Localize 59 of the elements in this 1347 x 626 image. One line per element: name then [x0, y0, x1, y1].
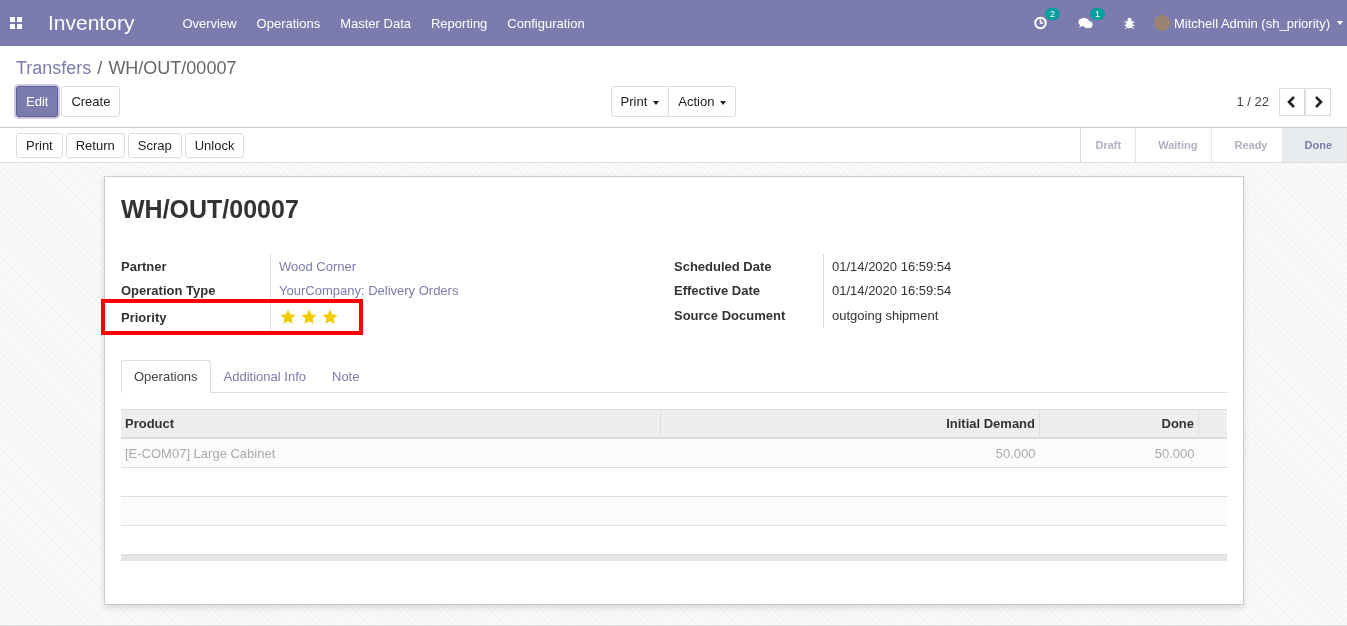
create-button[interactable]: Create	[61, 86, 121, 117]
field-value: outgoing shipment	[832, 307, 939, 323]
caret-icon[interactable]	[1337, 21, 1343, 25]
status-stage[interactable]: Waiting	[1136, 128, 1213, 162]
column-header[interactable]: Product	[121, 409, 661, 438]
clock-icon[interactable]	[1032, 16, 1048, 30]
previous-button[interactable]	[1279, 87, 1305, 116]
breadcrumb-current: WH/OUT/00007	[108, 58, 237, 79]
table-cell: 50.000	[660, 438, 1040, 468]
bug-icon[interactable]	[1122, 16, 1136, 30]
workflow-button[interactable]: Return	[65, 132, 125, 158]
breadcrumb-separator: /	[97, 58, 103, 79]
chat-bubbles-icon[interactable]	[1077, 16, 1093, 30]
activity-count-badge: 2	[1044, 8, 1060, 20]
menu-item[interactable]: Configuration	[507, 15, 585, 31]
column-header[interactable]: Initial Demand	[660, 409, 1040, 438]
message-count-badge: 1	[1089, 8, 1105, 20]
record-title: WH/OUT/00007	[121, 195, 300, 224]
user-menu[interactable]: Mitchell Admin (sh_priority)	[1173, 15, 1330, 31]
star-icon[interactable]	[300, 308, 318, 326]
workflow-button[interactable]: Unlock	[184, 132, 245, 158]
field-label: Effective Date	[674, 283, 761, 299]
field-label: Priority	[121, 309, 168, 325]
field-value: 01/14/2020 16:59:54	[832, 258, 952, 274]
menu-item[interactable]: Master Data	[340, 15, 411, 31]
menu-item[interactable]: Reporting	[431, 15, 488, 31]
field-link[interactable]: Wood Corner	[279, 258, 357, 274]
next-button[interactable]	[1305, 87, 1331, 116]
chevron-right-icon	[1313, 94, 1323, 109]
app-title: Inventory	[48, 11, 135, 35]
workflow-button[interactable]: Scrap	[127, 132, 182, 158]
notebook-tab[interactable]: Operations	[121, 360, 211, 393]
notebook-tab[interactable]: Additional Info	[210, 360, 319, 393]
star-icon[interactable]	[321, 308, 339, 326]
field-label: Source Document	[674, 307, 787, 323]
priority-stars[interactable]	[279, 308, 339, 326]
field-label: Operation Type	[121, 283, 217, 299]
field-label: Partner	[121, 258, 168, 274]
star-icon[interactable]	[279, 308, 297, 326]
dropdown-button[interactable]: Action	[669, 86, 737, 117]
field-value: 01/14/2020 16:59:54	[832, 283, 952, 299]
status-stage[interactable]: Ready	[1212, 128, 1283, 162]
dropdown-button[interactable]: Print	[610, 86, 670, 117]
breadcrumb-link[interactable]: Transfers	[16, 58, 92, 79]
apps-grid-icon[interactable]	[10, 17, 22, 29]
chevron-left-icon	[1287, 94, 1297, 109]
pager-counter: 1 / 22	[1236, 94, 1269, 109]
field-link[interactable]: YourCompany: Delivery Orders	[279, 283, 459, 299]
menu-item[interactable]: Operations	[256, 15, 321, 31]
menu-item[interactable]: Overview	[182, 15, 237, 31]
status-stage[interactable]: Draft	[1081, 128, 1137, 162]
notebook-tab[interactable]: Note	[319, 360, 373, 393]
field-label: Scheduled Date	[674, 258, 773, 274]
table-cell: 50.000	[1039, 438, 1199, 468]
workflow-button[interactable]: Print	[16, 132, 63, 158]
table-cell: [E-COM07] Large Cabinet	[121, 438, 661, 468]
status-stage[interactable]: Done	[1282, 128, 1347, 162]
edit-button[interactable]: Edit	[16, 86, 59, 117]
column-header[interactable]: Done	[1039, 409, 1199, 438]
